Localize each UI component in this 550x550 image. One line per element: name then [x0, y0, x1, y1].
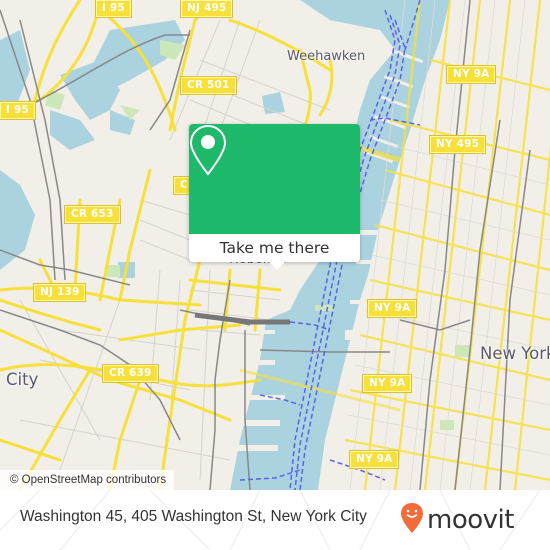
address-text: Washington 45, 405 Washington St, New Yo…: [20, 508, 367, 525]
popup-header: [189, 124, 360, 234]
road-shield-cr639: CR 639: [102, 364, 159, 383]
take-me-there-button[interactable]: Take me there: [189, 234, 360, 262]
moovit-logo[interactable]: moovit: [400, 502, 514, 538]
popup-pointer: [268, 261, 286, 270]
moovit-pin-icon: [400, 502, 424, 538]
road-shield-i95: I 95: [95, 0, 132, 18]
map-view[interactable]: I 95 NJ 495 I 95 CR 501 CR CR 653 NJ 139…: [0, 0, 550, 490]
road-shield-nj139: NJ 139: [32, 283, 87, 302]
road-shield-cr501: CR 501: [180, 76, 237, 95]
road-shield-cr653: CR 653: [64, 205, 121, 224]
road-shield-ny495: NY 495: [428, 135, 487, 154]
road-shield-ny9a: NY 9A: [366, 299, 418, 318]
road-shield-ny9a: NY 9A: [361, 374, 413, 393]
destination-popup: Take me there: [189, 124, 360, 270]
place-label-jersey-city: City: [6, 370, 39, 389]
road-shield-ny9a: NY 9A: [348, 450, 400, 469]
map-attribution[interactable]: © OpenStreetMap contributors: [0, 470, 175, 490]
footer: Washington 45, 405 Washington St, New Yo…: [0, 490, 550, 550]
place-label-new-york: New York: [480, 344, 550, 363]
road-shield-ny9a: NY 9A: [445, 65, 497, 84]
road-shield-i95: I 95: [0, 101, 36, 120]
road-shield-nj495: NJ 495: [179, 0, 234, 18]
moovit-wordmark: moovit: [427, 505, 514, 535]
place-label-weehawken: Weehawken: [287, 49, 366, 64]
